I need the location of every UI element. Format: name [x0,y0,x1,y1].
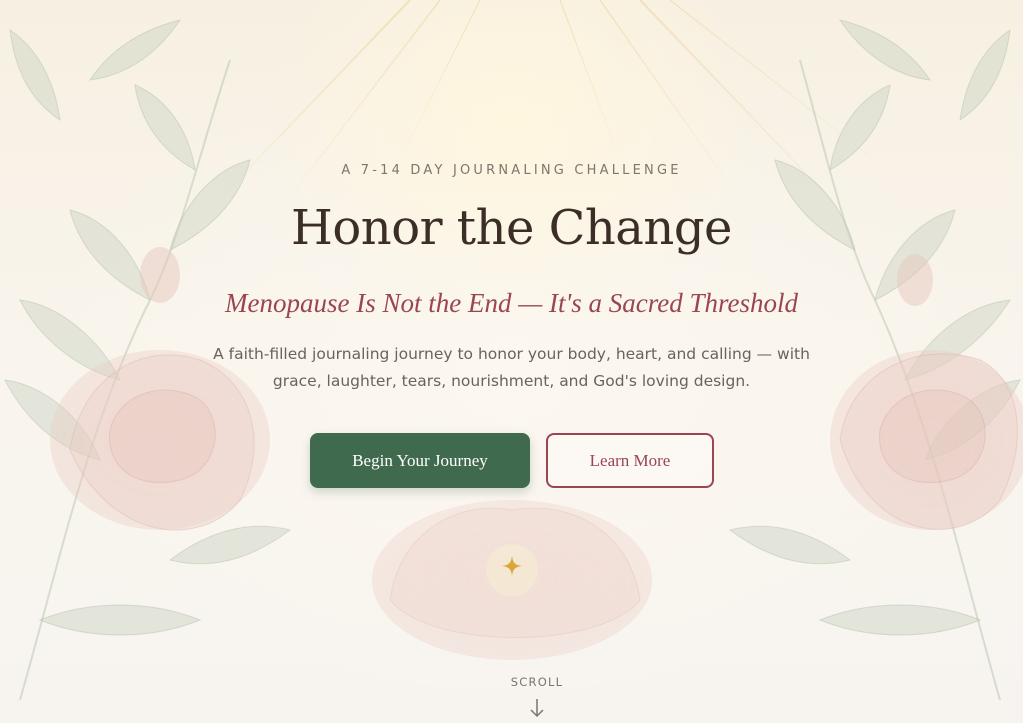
hero-eyebrow: A 7-14 DAY JOURNALING CHALLENGE [341,163,682,178]
hero-description: A faith-filled journaling journey to hon… [213,345,810,390]
hero-title: Honor the Change [291,200,732,256]
scroll-label[interactable]: SCROLL [487,675,587,689]
sparkle-icon [502,556,522,576]
peony-icon [372,500,652,660]
begin-journey-button[interactable]: Begin Your Journey [310,433,530,488]
hero-subtitle: Menopause Is Not the End — It's a Sacred… [225,288,798,318]
arrow-down-icon[interactable] [527,697,547,719]
learn-more-button[interactable]: Learn More [546,433,714,488]
